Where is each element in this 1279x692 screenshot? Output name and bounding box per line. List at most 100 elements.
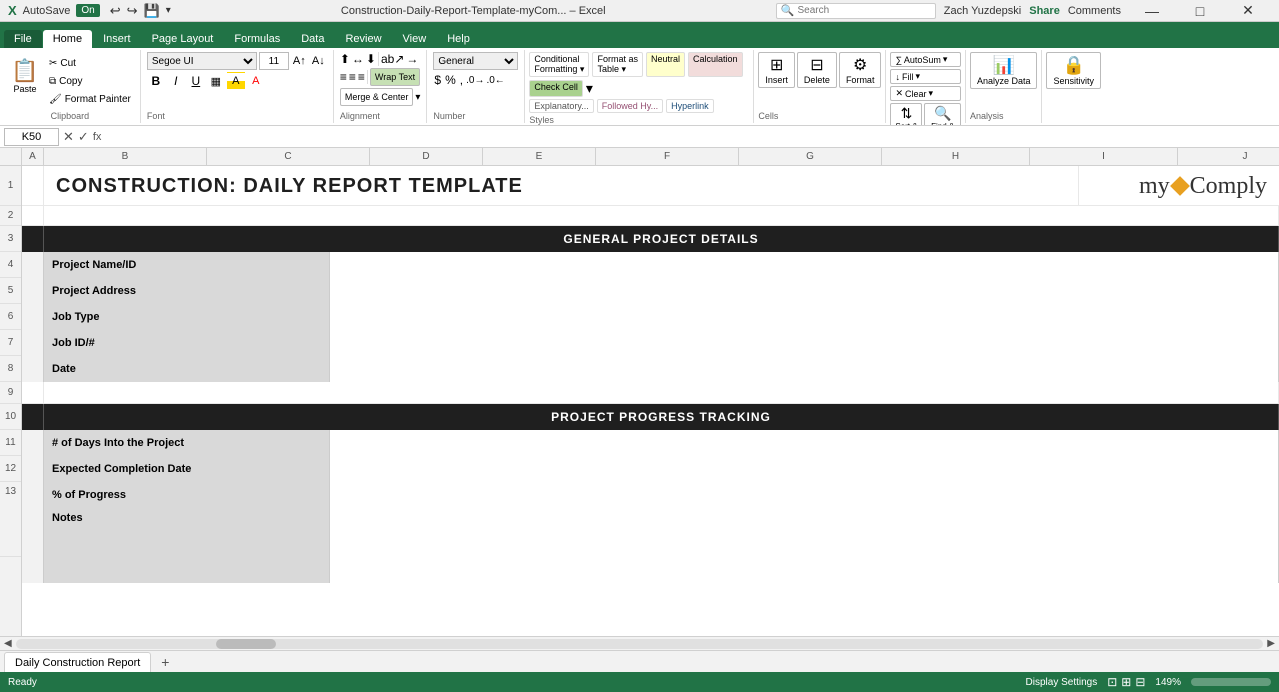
- cell-a13n[interactable]: [22, 508, 44, 583]
- row-num-2[interactable]: 2: [0, 206, 21, 226]
- tab-formulas[interactable]: Formulas: [224, 30, 290, 48]
- merge-dropdown-icon[interactable]: ▾: [415, 92, 420, 103]
- percent-icon[interactable]: %: [444, 72, 457, 88]
- format-cells-button[interactable]: ⚙ Format: [839, 52, 882, 88]
- cell-a11[interactable]: [22, 430, 44, 456]
- font-size-input[interactable]: [259, 52, 289, 70]
- cell-value-job-id[interactable]: [330, 330, 1279, 356]
- tab-file[interactable]: File: [4, 30, 42, 48]
- italic-button[interactable]: I: [167, 72, 185, 90]
- align-middle-icon[interactable]: ↔: [352, 52, 364, 66]
- bold-button[interactable]: B: [147, 72, 165, 90]
- delete-cells-button[interactable]: ⊟ Delete: [797, 52, 837, 88]
- format-as-table-button[interactable]: Format asTable ▾: [592, 52, 643, 77]
- row-num-8[interactable]: 8: [0, 356, 21, 382]
- cell-progress-header[interactable]: PROJECT PROGRESS TRACKING: [44, 404, 1279, 430]
- decimal-increase-icon[interactable]: .0→: [466, 75, 484, 86]
- row-num-4[interactable]: 4: [0, 252, 21, 278]
- cell-value-notes[interactable]: [330, 508, 1279, 583]
- cell-b2[interactable]: [44, 206, 1279, 226]
- redo-icon[interactable]: ↪: [127, 3, 138, 19]
- orient-icon[interactable]: ab↗: [381, 52, 404, 66]
- format-painter-button[interactable]: 🖌 Format Painter: [46, 91, 134, 108]
- align-right-icon[interactable]: ≡: [358, 70, 365, 84]
- tab-review[interactable]: Review: [335, 30, 391, 48]
- styles-dropdown-icon[interactable]: ▾: [586, 80, 593, 97]
- cell-a10[interactable]: [22, 404, 44, 430]
- conditional-format-button[interactable]: ConditionalFormatting ▾: [529, 52, 589, 77]
- fill-color-button[interactable]: A: [227, 72, 245, 90]
- close-button[interactable]: ✕: [1225, 0, 1271, 22]
- display-settings-button[interactable]: Display Settings: [1026, 677, 1098, 688]
- zoom-slider[interactable]: [1191, 678, 1271, 686]
- style-calculation[interactable]: Calculation: [688, 52, 743, 77]
- copy-button[interactable]: ⧉ Copy: [46, 73, 134, 90]
- cell-value-project-name[interactable]: [330, 252, 1279, 278]
- underline-button[interactable]: U: [187, 72, 205, 90]
- minimize-button[interactable]: —: [1129, 0, 1175, 22]
- row-num-9[interactable]: 9: [0, 382, 21, 404]
- cancel-formula-icon[interactable]: ✕: [63, 129, 74, 145]
- accounting-icon[interactable]: $: [433, 72, 442, 88]
- merge-center-button[interactable]: Merge & Center: [340, 88, 414, 106]
- font-increase-icon[interactable]: A↑: [291, 53, 308, 70]
- normal-view-icon[interactable]: ⊡: [1107, 675, 1117, 689]
- row-num-11[interactable]: 11: [0, 430, 21, 456]
- row-num-1[interactable]: 1: [0, 166, 21, 206]
- tab-daily-construction-report[interactable]: Daily Construction Report: [4, 652, 151, 672]
- search-input[interactable]: [797, 5, 927, 16]
- row-num-5[interactable]: 5: [0, 278, 21, 304]
- save-icon[interactable]: 💾: [144, 3, 160, 19]
- insert-cells-button[interactable]: ⊞ Insert: [758, 52, 795, 88]
- row-num-12[interactable]: 12: [0, 456, 21, 482]
- page-layout-view-icon[interactable]: ⊞: [1121, 675, 1131, 689]
- page-break-view-icon[interactable]: ⊟: [1135, 675, 1145, 689]
- cut-button[interactable]: ✂ Cut: [46, 55, 134, 72]
- cell-a8[interactable]: [22, 356, 44, 382]
- style-hyperlink[interactable]: Hyperlink: [666, 99, 714, 113]
- align-left-icon[interactable]: ≡: [340, 70, 347, 84]
- col-header-i[interactable]: I: [1030, 148, 1178, 165]
- comma-icon[interactable]: ,: [459, 72, 464, 88]
- row-num-10[interactable]: 10: [0, 404, 21, 430]
- cell-value-project-address[interactable]: [330, 278, 1279, 304]
- cell-a3[interactable]: [22, 226, 44, 252]
- h-scrollbar-thumb[interactable]: [216, 639, 276, 649]
- row-num-13[interactable]: 13: [0, 482, 21, 557]
- cell-a9[interactable]: [22, 382, 44, 404]
- cell-a13p[interactable]: [22, 482, 44, 508]
- sort-filter-button[interactable]: ⇅ Sort &Filter ▾: [890, 103, 922, 126]
- col-header-b[interactable]: B: [44, 148, 207, 165]
- cell-b9[interactable]: [44, 382, 1279, 404]
- border-button[interactable]: ▦: [207, 72, 225, 90]
- style-check-cell[interactable]: Check Cell: [529, 80, 583, 97]
- indent-increase-icon[interactable]: →: [406, 52, 418, 66]
- align-center-icon[interactable]: ≡: [349, 70, 356, 84]
- cell-a1[interactable]: [22, 166, 44, 206]
- row-num-3[interactable]: 3: [0, 226, 21, 252]
- find-select-button[interactable]: 🔍 Find &Select ▾: [924, 103, 960, 126]
- align-bottom-icon[interactable]: ⬇: [366, 52, 376, 66]
- col-header-d[interactable]: D: [370, 148, 483, 165]
- scroll-left-icon[interactable]: ◀: [4, 638, 12, 649]
- h-scrollbar[interactable]: [16, 639, 1264, 649]
- add-sheet-button[interactable]: +: [155, 652, 175, 672]
- row-num-7[interactable]: 7: [0, 330, 21, 356]
- tab-home[interactable]: Home: [43, 30, 92, 48]
- tab-insert[interactable]: Insert: [93, 30, 141, 48]
- sensitivity-button[interactable]: 🔒 Sensitivity: [1046, 52, 1101, 89]
- cell-a2[interactable]: [22, 206, 44, 226]
- decimal-decrease-icon[interactable]: .0←: [486, 75, 504, 86]
- cell-reference-box[interactable]: K50: [4, 128, 59, 146]
- cell-a7[interactable]: [22, 330, 44, 356]
- row-num-6[interactable]: 6: [0, 304, 21, 330]
- font-decrease-icon[interactable]: A↓: [310, 53, 327, 70]
- search-box[interactable]: 🔍: [776, 3, 936, 19]
- cell-title[interactable]: CONSTRUCTION: DAILY REPORT TEMPLATE: [44, 166, 1079, 206]
- col-header-c[interactable]: C: [207, 148, 370, 165]
- wrap-text-button[interactable]: Wrap Text: [370, 68, 420, 86]
- cell-a12[interactable]: [22, 456, 44, 482]
- cell-value-date[interactable]: [330, 356, 1279, 382]
- style-explanatory[interactable]: Explanatory...: [529, 99, 593, 113]
- formula-input[interactable]: [105, 131, 1275, 143]
